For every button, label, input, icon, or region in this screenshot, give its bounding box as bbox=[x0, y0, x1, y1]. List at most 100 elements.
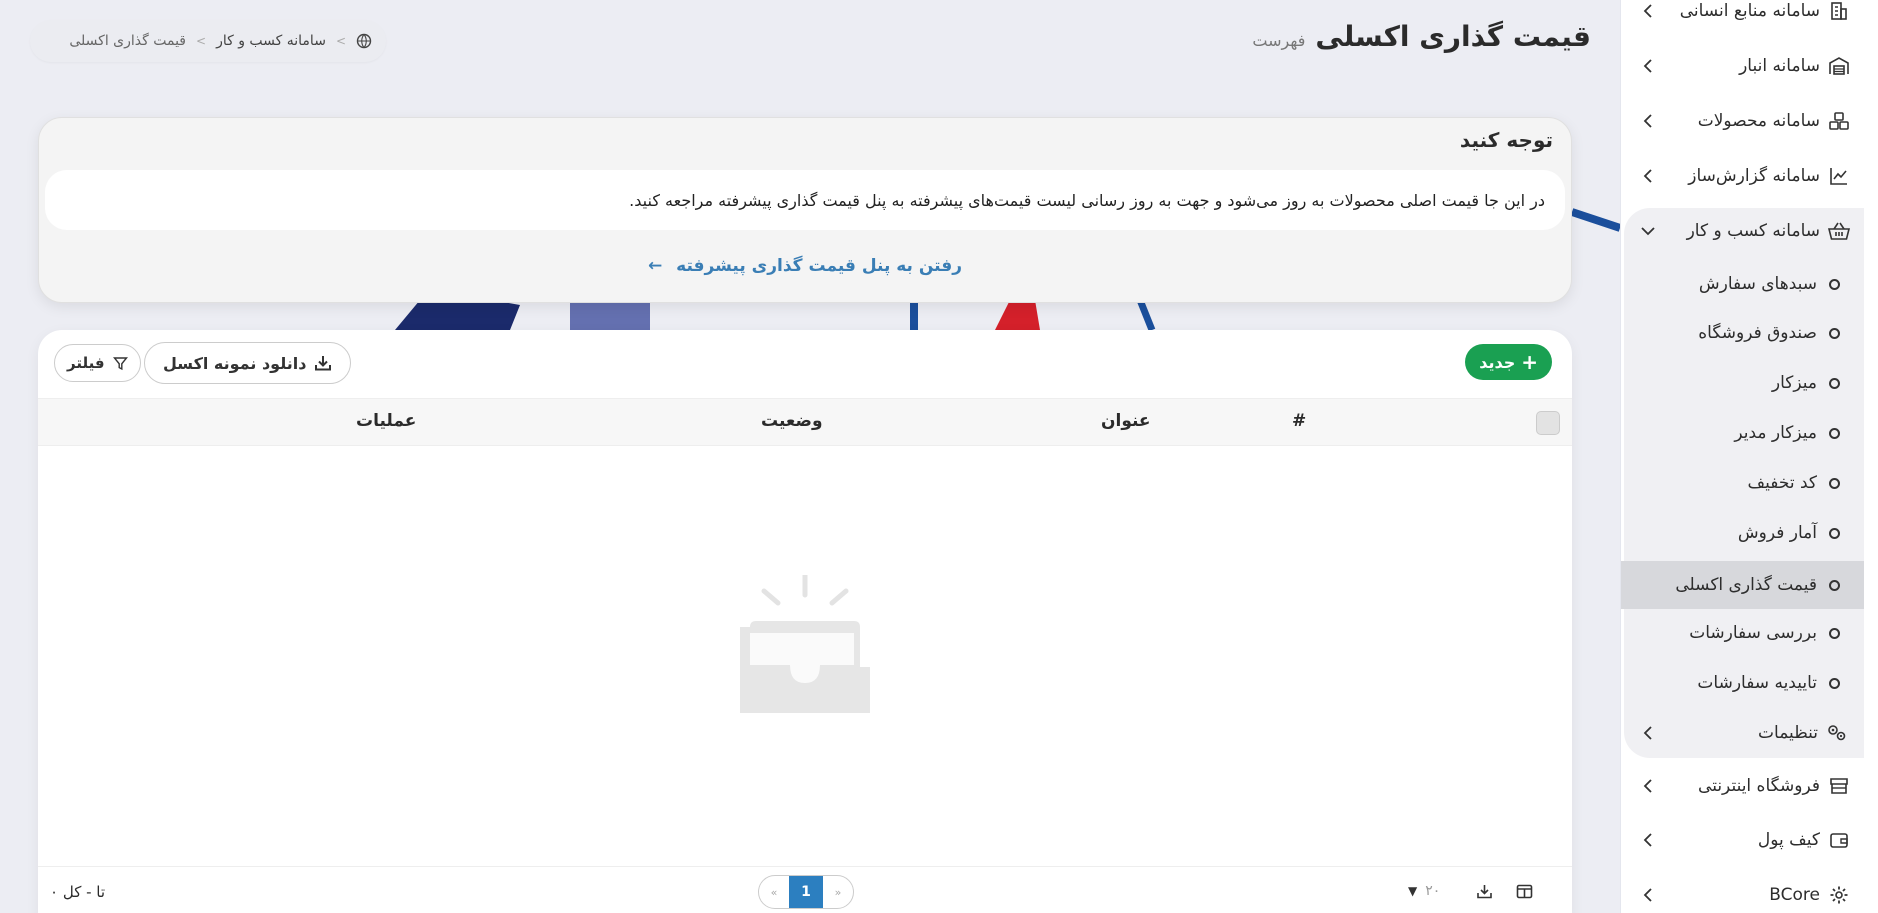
circle-icon bbox=[1829, 527, 1840, 539]
page-size-select[interactable]: ▼ ۲۰ bbox=[1408, 883, 1440, 899]
chevron-left-icon bbox=[1640, 3, 1656, 19]
sidebar-item-label: سامانه منابع انسانی bbox=[1679, 1, 1820, 21]
sidebar-item-report-builder[interactable]: سامانه گزارش‌ساز bbox=[1621, 153, 1878, 199]
warehouse-icon bbox=[1828, 55, 1850, 77]
new-button-label: جدید bbox=[1479, 352, 1516, 372]
circle-icon bbox=[1829, 677, 1840, 689]
sidebar-subitem-label: تاییدیه سفارشات bbox=[1697, 673, 1817, 693]
column-header-status[interactable]: وضعیت bbox=[761, 411, 823, 431]
advanced-pricing-link[interactable]: رفتن به پنل قیمت گذاری پیشرفته ← bbox=[39, 256, 1571, 276]
sidebar-subitem-excel-pricing[interactable]: قیمت گذاری اکسلی bbox=[1621, 561, 1864, 609]
sidebar-subitem-sales-stats[interactable]: آمار فروش bbox=[1621, 511, 1878, 555]
wallet-icon bbox=[1828, 829, 1850, 851]
sidebar-item-products[interactable]: سامانه محصولات bbox=[1621, 98, 1878, 144]
store-icon bbox=[1828, 775, 1850, 797]
column-header-title[interactable]: عنوان bbox=[1101, 411, 1151, 431]
sidebar-subitem-label: میزکار مدیر bbox=[1734, 423, 1817, 443]
circle-icon bbox=[1829, 579, 1840, 591]
sidebar-item-label: سامانه کسب و کار bbox=[1686, 221, 1820, 241]
page-size-value: ۲۰ bbox=[1425, 883, 1441, 899]
page-subtitle: فهرست bbox=[1252, 31, 1306, 50]
circle-icon bbox=[1829, 427, 1840, 439]
sidebar-subitem-label: صندوق فروشگاه bbox=[1698, 323, 1817, 343]
sidebar-item-bcore[interactable]: BCore bbox=[1621, 872, 1878, 913]
chevron-left-icon bbox=[1640, 832, 1656, 848]
building-icon bbox=[1828, 0, 1850, 22]
circle-icon bbox=[1829, 377, 1840, 389]
prev-page-button[interactable]: « bbox=[759, 886, 789, 899]
chevron-left-icon bbox=[1640, 725, 1656, 741]
sidebar-item-wallet[interactable]: کیف پول bbox=[1621, 817, 1878, 863]
download-sample-excel-label: دانلود نمونه اکسل bbox=[163, 353, 307, 373]
breadcrumb: > سامانه کسب و کار > قیمت گذاری اکسلی bbox=[30, 20, 386, 62]
sidebar-subitem-store-cash[interactable]: صندوق فروشگاه bbox=[1621, 311, 1878, 355]
sidebar-subitem-order-review[interactable]: بررسی سفارشات bbox=[1621, 611, 1878, 655]
breadcrumb-item-business[interactable]: سامانه کسب و کار bbox=[216, 33, 326, 49]
circle-icon bbox=[1829, 627, 1840, 639]
circle-icon bbox=[1829, 327, 1840, 339]
page-title: قیمت گذاری اکسلی فهرست bbox=[1252, 20, 1591, 53]
advanced-pricing-link-label: رفتن به پنل قیمت گذاری پیشرفته bbox=[676, 256, 963, 276]
export-icon[interactable] bbox=[1476, 883, 1493, 904]
sidebar-subitem-label: آمار فروش bbox=[1737, 523, 1817, 543]
sidebar-subitem-label: کد تخفیف bbox=[1747, 473, 1817, 493]
globe-icon[interactable] bbox=[356, 33, 372, 49]
sidebar-subitem-order-approval[interactable]: تاییدیه سفارشات bbox=[1621, 661, 1878, 705]
sidebar-subitem-discount-code[interactable]: کد تخفیف bbox=[1621, 461, 1878, 505]
sidebar-item-hr[interactable]: سامانه منابع انسانی bbox=[1621, 0, 1878, 34]
sidebar-item-label: سامانه گزارش‌ساز bbox=[1688, 166, 1820, 186]
sidebar-item-business[interactable]: سامانه کسب و کار bbox=[1621, 208, 1878, 254]
circle-icon bbox=[1829, 477, 1840, 489]
filter-icon bbox=[112, 356, 128, 371]
chevron-left-icon bbox=[1640, 168, 1656, 184]
breadcrumb-separator: > bbox=[196, 34, 207, 48]
gears-icon bbox=[1826, 722, 1848, 744]
sidebar-item-label: سامانه انبار bbox=[1739, 56, 1820, 76]
chevron-left-icon bbox=[1640, 113, 1656, 129]
boxes-icon bbox=[1828, 110, 1850, 132]
total-count: تا - کل ۰ bbox=[50, 883, 106, 901]
sidebar-item-label: کیف پول bbox=[1757, 830, 1820, 850]
sidebar-subitem-order-baskets[interactable]: سبدهای سفارش bbox=[1621, 262, 1878, 306]
breadcrumb-item-current: قیمت گذاری اکسلی bbox=[69, 33, 186, 49]
filter-button[interactable]: فیلتر bbox=[54, 344, 141, 382]
plus-icon: + bbox=[1521, 350, 1538, 374]
basket-icon bbox=[1828, 220, 1850, 242]
column-header-index[interactable]: # bbox=[1292, 411, 1306, 431]
column-header-actions: عملیات bbox=[356, 411, 417, 431]
chevron-left-icon bbox=[1640, 58, 1656, 74]
sidebar-subitem-label: میزکار bbox=[1771, 373, 1817, 393]
sidebar-subitem-label: بررسی سفارشات bbox=[1689, 623, 1817, 643]
sidebar: سامانه منابع انسانی سامانه انبار سامانه … bbox=[1620, 0, 1878, 913]
breadcrumb-separator: > bbox=[335, 34, 346, 48]
download-sample-excel-button[interactable]: دانلود نمونه اکسل bbox=[144, 342, 352, 384]
empty-inbox-icon bbox=[738, 572, 872, 719]
page-title-text: قیمت گذاری اکسلی bbox=[1315, 20, 1591, 53]
next-page-button[interactable]: » bbox=[823, 886, 853, 899]
columns-layout-icon[interactable] bbox=[1516, 883, 1533, 904]
sidebar-item-warehouse[interactable]: سامانه انبار bbox=[1621, 43, 1878, 89]
chevron-down-icon: ▼ bbox=[1408, 884, 1418, 898]
select-all-checkbox[interactable] bbox=[1536, 411, 1560, 435]
table-header: # عنوان وضعیت عملیات bbox=[38, 398, 1572, 446]
page-button-current[interactable]: 1 bbox=[789, 876, 823, 908]
chevron-down-icon bbox=[1640, 223, 1656, 239]
pagination: « 1 » bbox=[758, 875, 854, 909]
sidebar-subitem-desk[interactable]: میزکار bbox=[1621, 361, 1878, 405]
circle-icon bbox=[1829, 278, 1840, 290]
notice-body: در این جا قیمت اصلی محصولات به روز می‌شو… bbox=[45, 170, 1565, 230]
sidebar-item-online-store[interactable]: فروشگاه اینترنتی bbox=[1621, 763, 1878, 809]
gear-icon bbox=[1828, 884, 1850, 906]
download-icon bbox=[314, 354, 332, 372]
sidebar-subitem-manager-desk[interactable]: میزکار مدیر bbox=[1621, 411, 1878, 455]
filter-button-label: فیلتر bbox=[67, 354, 105, 372]
sidebar-item-label: سامانه محصولات bbox=[1697, 111, 1820, 131]
chevron-left-icon bbox=[1640, 778, 1656, 794]
sidebar-item-settings[interactable]: تنظیمات bbox=[1621, 710, 1878, 756]
table-card: + جدید دانلود نمونه اکسل فیلتر # عنوان و… bbox=[38, 330, 1572, 913]
arrow-left-icon: ← bbox=[647, 256, 663, 276]
new-button[interactable]: + جدید bbox=[1465, 344, 1552, 380]
sidebar-item-label: BCore bbox=[1769, 885, 1820, 905]
sidebar-subitem-label: سبدهای سفارش bbox=[1698, 274, 1817, 294]
sidebar-item-label: تنظیمات bbox=[1758, 723, 1818, 743]
